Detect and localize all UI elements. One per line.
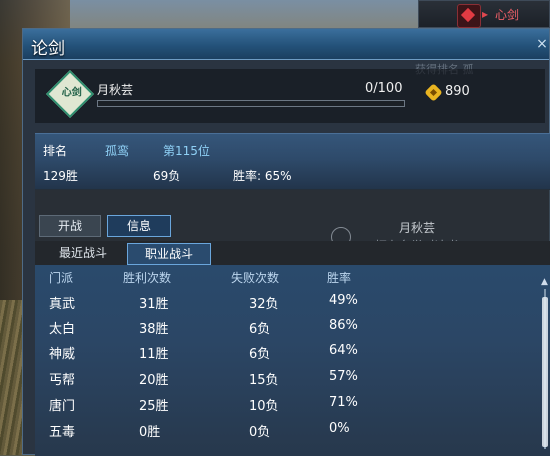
row-losses: 15负 [249,373,279,388]
row-rate: 71% [329,395,358,410]
row-sect: 丐帮 [49,373,76,388]
bottom-tabs: 最近战斗 职业战斗 [35,241,550,265]
header-losses: 失败次数 [231,271,280,285]
table-row: 神威 11胜 6负 64% [35,343,535,368]
rank-label: 排名 [43,144,68,158]
row-sect: 太白 [49,322,76,337]
sect-name: 心剑 [495,8,520,22]
row-wins: 20胜 [139,373,169,388]
player-emblem-icon: 心剑 [45,69,95,119]
row-sect: 神威 [49,347,76,362]
progress-bar [97,100,405,107]
table-row: 唐门 25胜 10负 71% [35,395,535,420]
row-rate: 57% [329,369,358,384]
tab-class-battles[interactable]: 职业战斗 [127,243,211,265]
table-scrollbar[interactable]: ▲ [541,277,549,449]
row-sect: 五毒 [49,425,76,440]
row-rate: 0% [329,421,350,436]
row-rate: 64% [329,343,358,358]
title-bar[interactable]: 论剑 × [23,29,549,60]
row-wins: 11胜 [139,347,169,362]
tab-xinxi[interactable]: 信息 [107,215,171,237]
ghost-character-name: 月秋芸 [399,221,436,235]
header-rate: 胜率 [327,271,352,285]
row-losses: 6负 [249,347,271,362]
table-row: 太白 38胜 6负 86% [35,318,535,343]
row-rate: 86% [329,318,358,333]
top-sect-widget[interactable]: ▸ 心剑 [418,0,550,28]
row-sect: 唐门 [49,399,76,414]
player-name: 月秋芸 [97,83,134,97]
chevron-right-icon: ▸ [482,7,489,21]
tab-kaizhan[interactable]: 开战 [39,215,101,237]
player-section: 心剑 月秋芸 0/100 890 [35,69,545,123]
table-row: 丐帮 20胜 15负 57% [35,369,535,394]
currency-value: 890 [445,84,470,99]
row-losses: 32负 [249,297,279,312]
total-wins: 129胜 [43,169,78,183]
emblem-text: 心剑 [61,87,82,99]
scroll-up-icon[interactable]: ▲ [541,277,548,287]
ranking-panel: 排名 孤鸾 第115位 129胜 69负 胜率: 65% [35,133,550,190]
row-losses: 0负 [249,425,271,440]
total-win-rate: 胜率: 65% [233,169,292,183]
window-title: 论剑 [31,39,65,59]
table-header: 门派 胜利次数 失败次数 胜率 [35,269,535,291]
row-wins: 0胜 [139,425,161,440]
table-row: 五毒 0胜 0负 0% [35,421,535,446]
total-losses: 69负 [153,169,181,183]
coin-icon [424,83,443,102]
row-losses: 10负 [249,399,279,414]
row-rate: 49% [329,293,358,308]
progress-text: 0/100 [365,81,403,96]
row-wins: 38胜 [139,322,169,337]
row-wins: 25胜 [139,399,169,414]
rank-title[interactable]: 孤鸾 [105,142,129,159]
rank-position[interactable]: 第115位 [163,142,210,159]
close-icon[interactable]: × [535,29,549,59]
lunjian-window: 论剑 × 获得排名 孤 心剑 月秋芸 0/100 890 排名 孤鸾 第115位… [22,28,550,456]
header-sect: 门派 [49,271,74,285]
header-wins: 胜利次数 [123,271,172,285]
row-wins: 31胜 [139,297,169,312]
class-battle-table: 门派 胜利次数 失败次数 胜率 真武 31胜 32负 49% 太白 38胜 6负… [35,265,550,456]
table-row: 真武 31胜 32负 49% [35,293,535,318]
row-sect: 真武 [49,297,76,312]
tab-recent-battles[interactable]: 最近战斗 [45,243,121,263]
sect-icon [457,4,481,28]
scrollbar-thumb[interactable] [542,297,548,447]
row-losses: 6负 [249,322,271,337]
